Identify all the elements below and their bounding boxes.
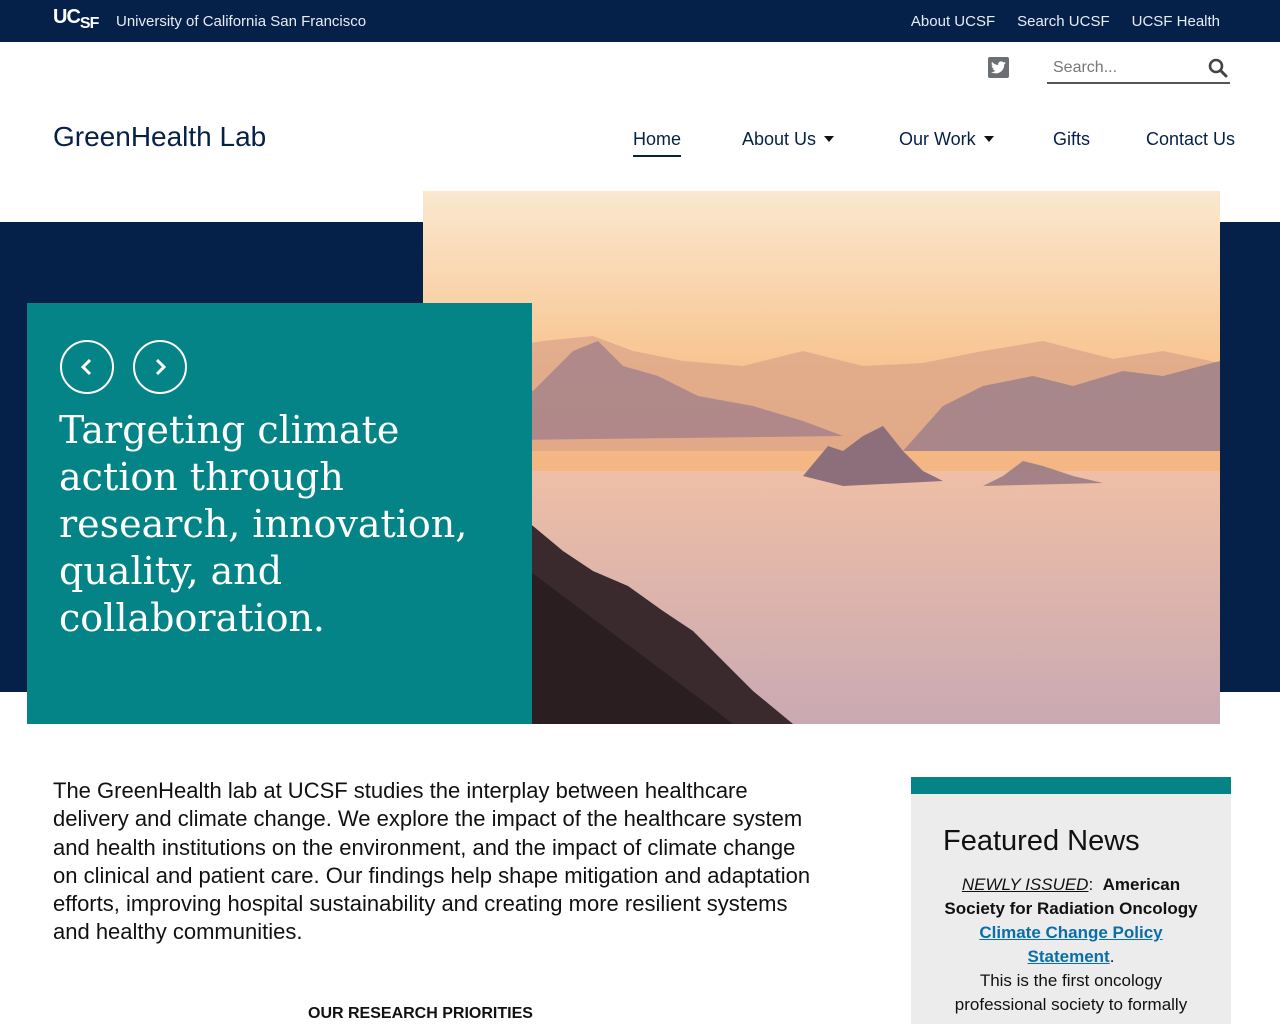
about-ucsf-link[interactable]: About UCSF [911,13,995,30]
news-period: . [1109,947,1115,966]
sunset-mountains-illustration [423,191,1220,724]
featured-news-accent-bar [911,777,1231,794]
news-body-text: This is the first oncology professional … [954,971,1188,1014]
ucsf-logo[interactable]: UCSF [53,6,99,32]
ucsf-health-link[interactable]: UCSF Health [1132,13,1220,30]
featured-news-title: Featured News [943,825,1140,857]
policy-statement-link[interactable]: Climate Change Policy Statement [979,923,1162,966]
nav-our-work-label: Our Work [899,129,976,149]
logo-main-text: UC [53,6,81,28]
chevron-right-icon [155,358,167,376]
nav-about-us[interactable]: About Us [742,129,835,150]
caret-down-icon [983,136,994,143]
slider-prev-button[interactable] [60,340,114,394]
nav-about-us-label: About Us [742,129,817,149]
nav-contact-us[interactable]: Contact Us [1146,129,1235,150]
logo-sub-text: SF [79,15,99,32]
search-icon[interactable] [1208,58,1228,78]
hero-mountain-image [423,191,1220,724]
university-name[interactable]: University of California San Francisco [116,13,366,30]
caret-down-icon [824,136,835,143]
hero-headline: Targeting climate action through researc… [59,408,468,640]
twitter-bird-icon [991,61,1006,74]
chevron-left-icon [80,358,92,376]
utility-links: About UCSF Search UCSF UCSF Health [911,13,1220,30]
research-priorities-heading: OUR RESEARCH PRIORITIES [308,1005,533,1022]
featured-news-item: NEWLY ISSUED: American Society for Radia… [937,873,1205,1017]
search-field [1047,54,1230,84]
main-navigation: Home About Us Our Work Gifts Contact Us [0,129,1280,159]
nav-our-work[interactable]: Our Work [899,129,994,150]
intro-paragraph: The GreenHealth lab at UCSF studies the … [53,778,811,945]
slider-next-button[interactable] [133,340,187,394]
nav-gifts[interactable]: Gifts [1053,129,1090,150]
nav-home[interactable]: Home [633,129,682,157]
search-input[interactable] [1047,54,1197,82]
search-ucsf-link[interactable]: Search UCSF [1017,13,1110,30]
hero-callout-card: Targeting climate action through researc… [27,303,532,724]
news-tag: NEWLY ISSUED [961,875,1089,894]
featured-news-panel: Featured News NEWLY ISSUED: American Soc… [911,777,1231,1024]
news-tag-colon: : [1088,875,1094,894]
top-utility-bar: UCSF University of California San Franci… [0,0,1280,42]
twitter-icon[interactable] [988,57,1009,78]
